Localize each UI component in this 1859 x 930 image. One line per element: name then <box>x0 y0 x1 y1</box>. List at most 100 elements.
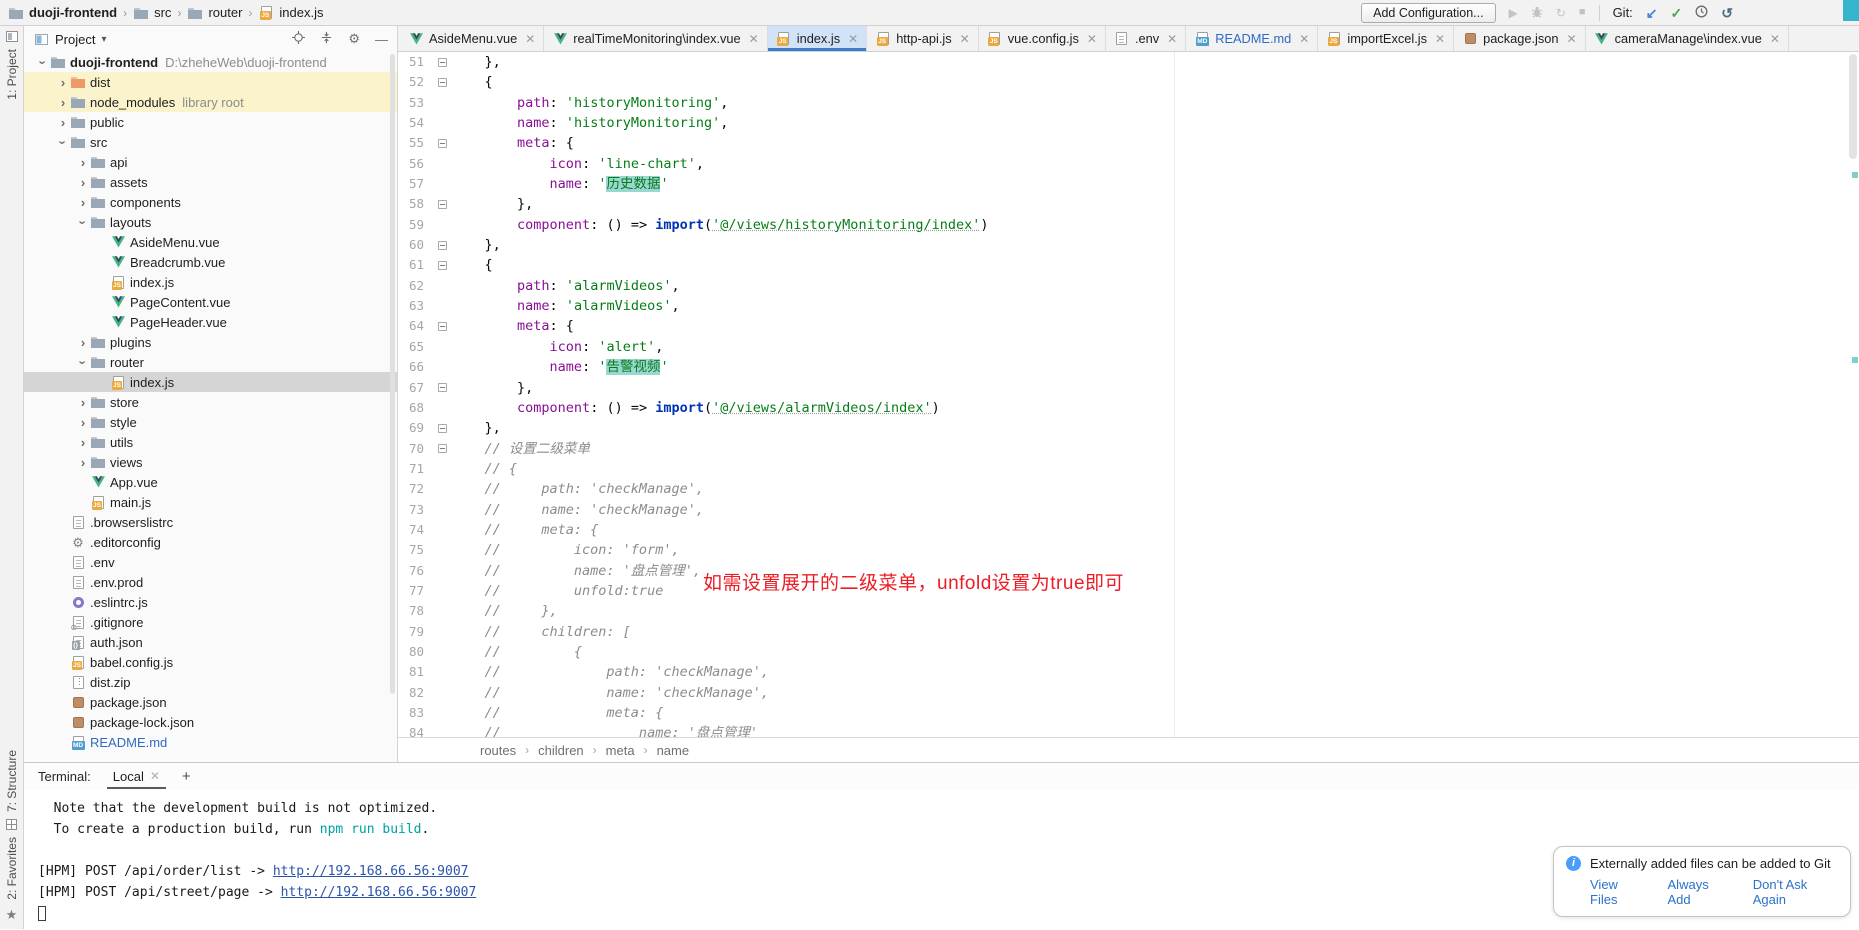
close-icon[interactable]: ✕ <box>1299 32 1309 46</box>
run-icon[interactable]: ▶ <box>1509 7 1518 19</box>
code-line-54[interactable]: 54 name: 'historyMonitoring', <box>398 113 1859 133</box>
tree-item-duoji-frontend[interactable]: ›duoji-frontendD:\zheheWeb\duoji-fronten… <box>24 52 397 72</box>
fold-marker-icon[interactable] <box>432 139 452 148</box>
breadcrumb-item-duoji-frontend[interactable]: duoji-frontend <box>8 5 117 20</box>
editor-scrollbar-thumb[interactable] <box>1849 54 1857 159</box>
close-icon[interactable]: ✕ <box>150 769 160 783</box>
tab-cameraManage\index.vue[interactable]: cameraManage\index.vue✕ <box>1586 26 1789 51</box>
code-line-60[interactable]: 60 }, <box>398 235 1859 255</box>
tree-item-api[interactable]: ›api <box>24 152 397 172</box>
tree-item-Breadcrumb.vue[interactable]: Breadcrumb.vue <box>24 252 397 272</box>
chevron-collapsed-icon[interactable]: › <box>76 156 90 169</box>
add-configuration-button[interactable]: Add Configuration... <box>1361 3 1496 23</box>
toolstrip-structure-button[interactable]: 7: Structure <box>5 750 19 812</box>
chevron-collapsed-icon[interactable]: › <box>76 196 90 209</box>
chevron-collapsed-icon[interactable]: › <box>56 96 70 109</box>
chevron-collapsed-icon[interactable]: › <box>76 396 90 409</box>
new-terminal-tab-button[interactable]: + <box>182 768 191 785</box>
code-line-52[interactable]: 52 { <box>398 72 1859 92</box>
code-line-80[interactable]: 80 // { <box>398 642 1859 662</box>
code-line-77[interactable]: 77 // unfold:true <box>398 581 1859 601</box>
git-update-icon[interactable]: ↙ <box>1646 6 1658 20</box>
favorites-star-icon[interactable]: ★ <box>6 907 18 923</box>
tree-item-views[interactable]: ›views <box>24 452 397 472</box>
tree-item-README.md[interactable]: MDREADME.md <box>24 732 397 752</box>
project-panel-title[interactable]: Project <box>55 32 95 47</box>
tree-item-components[interactable]: ›components <box>24 192 397 212</box>
tree-item-layouts[interactable]: ›layouts <box>24 212 397 232</box>
code-line-59[interactable]: 59 component: () => import('@/views/hist… <box>398 215 1859 235</box>
project-toolwindow-icon[interactable] <box>6 31 18 42</box>
tree-item-auth.json[interactable]: {}auth.json <box>24 632 397 652</box>
code-line-58[interactable]: 58 }, <box>398 194 1859 214</box>
code-line-61[interactable]: 61 { <box>398 255 1859 275</box>
code-line-62[interactable]: 62 path: 'alarmVideos', <box>398 276 1859 296</box>
chevron-down-icon[interactable]: ▾ <box>101 34 106 45</box>
tree-item-router[interactable]: ›router <box>24 352 397 372</box>
close-icon[interactable]: ✕ <box>960 32 970 46</box>
tab-index.js[interactable]: JSindex.js✕ <box>768 26 867 51</box>
tree-item-main.js[interactable]: JSmain.js <box>24 492 397 512</box>
tree-item-package.json[interactable]: package.json <box>24 692 397 712</box>
code-editor[interactable]: 51 },52 {53 path: 'historyMonitoring',54… <box>398 52 1859 737</box>
tree-item-index.js[interactable]: JSindex.js <box>24 272 397 292</box>
code-line-64[interactable]: 64 meta: { <box>398 316 1859 336</box>
editor-breadcrumb-meta[interactable]: meta <box>606 743 635 758</box>
tree-item-style[interactable]: ›style <box>24 412 397 432</box>
tree-item-.browserslistrc[interactable]: .browserslistrc <box>24 512 397 532</box>
close-icon[interactable]: ✕ <box>1567 32 1577 46</box>
fold-marker-icon[interactable] <box>432 322 452 331</box>
code-line-69[interactable]: 69 }, <box>398 418 1859 438</box>
terminal-link[interactable]: http://192.168.66.56:9007 <box>273 864 469 879</box>
fold-marker-icon[interactable] <box>432 241 452 250</box>
code-line-66[interactable]: 66 name: '告警视频' <box>398 357 1859 377</box>
code-line-82[interactable]: 82 // name: 'checkManage', <box>398 683 1859 703</box>
breadcrumb-item-src[interactable]: src <box>133 5 171 20</box>
code-line-71[interactable]: 71 // { <box>398 459 1859 479</box>
tree-item-.env[interactable]: .env <box>24 552 397 572</box>
code-line-74[interactable]: 74 // meta: { <box>398 520 1859 540</box>
code-line-57[interactable]: 57 name: '历史数据' <box>398 174 1859 194</box>
gear-icon[interactable]: ⚙ <box>348 31 360 47</box>
code-line-76[interactable]: 76 // name: '盘点管理', <box>398 561 1859 581</box>
tree-item-package-lock.json[interactable]: package-lock.json <box>24 712 397 732</box>
close-icon[interactable]: ✕ <box>1435 32 1445 46</box>
tree-item-.editorconfig[interactable]: ⚙.editorconfig <box>24 532 397 552</box>
hide-panel-icon[interactable]: — <box>375 32 388 47</box>
tab-package.json[interactable]: package.json✕ <box>1454 26 1585 51</box>
git-commit-icon[interactable]: ✓ <box>1671 6 1683 20</box>
chevron-collapsed-icon[interactable]: › <box>76 336 90 349</box>
chevron-collapsed-icon[interactable]: › <box>76 176 90 189</box>
tree-item-PageHeader.vue[interactable]: PageHeader.vue <box>24 312 397 332</box>
tree-item-plugins[interactable]: ›plugins <box>24 332 397 352</box>
fold-marker-icon[interactable] <box>432 444 452 453</box>
breadcrumb-item-router[interactable]: router <box>187 5 242 20</box>
editor-breadcrumb-name[interactable]: name <box>657 743 690 758</box>
code-line-55[interactable]: 55 meta: { <box>398 133 1859 153</box>
breadcrumb-item-index.js[interactable]: JSindex.js <box>258 5 323 20</box>
fold-marker-icon[interactable] <box>432 58 452 67</box>
tree-item-index.js[interactable]: JSindex.js <box>24 372 397 392</box>
tab-http-api.js[interactable]: JShttp-api.js✕ <box>867 26 979 51</box>
chevron-expanded-icon[interactable]: › <box>77 355 90 369</box>
git-rollback-icon[interactable]: ↺ <box>1721 6 1733 20</box>
chevron-collapsed-icon[interactable]: › <box>76 416 90 429</box>
tree-item-.env.prod[interactable]: .env.prod <box>24 572 397 592</box>
chevron-collapsed-icon[interactable]: › <box>76 436 90 449</box>
tree-item-utils[interactable]: ›utils <box>24 432 397 452</box>
tree-item-src[interactable]: ›src <box>24 132 397 152</box>
terminal-link[interactable]: http://192.168.66.56:9007 <box>281 885 477 900</box>
code-line-63[interactable]: 63 name: 'alarmVideos', <box>398 296 1859 316</box>
close-icon[interactable]: ✕ <box>1770 32 1780 46</box>
chevron-expanded-icon[interactable]: › <box>37 55 50 69</box>
close-icon[interactable]: ✕ <box>749 32 759 46</box>
close-icon[interactable]: ✕ <box>1087 32 1097 46</box>
fold-marker-icon[interactable] <box>432 424 452 433</box>
tree-item-public[interactable]: ›public <box>24 112 397 132</box>
run-with-coverage-icon[interactable]: ↻ <box>1556 7 1566 19</box>
tree-item-App.vue[interactable]: App.vue <box>24 472 397 492</box>
tab-README.md[interactable]: MDREADME.md✕ <box>1186 26 1318 51</box>
collapse-all-icon[interactable] <box>320 31 333 47</box>
notification-action-don't-ask-again[interactable]: Don't Ask Again <box>1753 877 1838 907</box>
stop-icon[interactable]: ■ <box>1579 7 1586 18</box>
